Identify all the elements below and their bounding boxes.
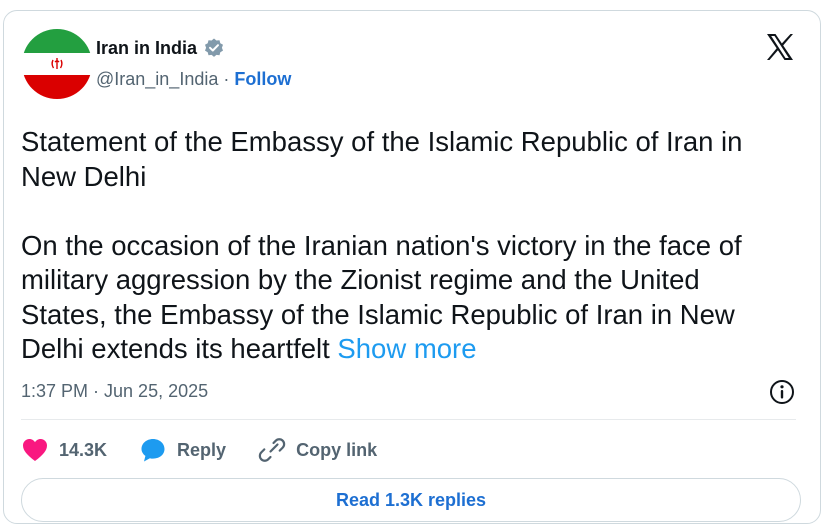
tweet-text: Statement of the Embassy of the Islamic … xyxy=(21,125,781,367)
verified-badge-icon xyxy=(203,37,225,59)
action-bar: 14.3K Reply Copy link xyxy=(21,433,409,467)
separator-dot: · xyxy=(223,69,230,89)
info-icon[interactable] xyxy=(768,378,796,406)
avatar[interactable] xyxy=(22,29,92,99)
display-name[interactable]: Iran in India xyxy=(96,38,197,59)
author-handle-row: @Iran_in_India · Follow xyxy=(96,69,291,90)
x-logo-icon[interactable] xyxy=(764,31,796,63)
read-replies-button[interactable]: Read 1.3K replies xyxy=(21,478,801,522)
copy-link-label: Copy link xyxy=(296,439,378,460)
tweet-paragraph-body: On the occasion of the Iranian nation's … xyxy=(21,229,781,367)
iran-flag-avatar xyxy=(22,29,92,99)
author-name-row: Iran in India xyxy=(96,37,225,59)
link-icon xyxy=(258,438,286,462)
reply-label: Reply xyxy=(177,439,227,460)
tweet-card: Iran in India @Iran_in_India · Follow St… xyxy=(3,10,821,524)
speech-bubble-icon xyxy=(141,439,165,462)
show-more-link[interactable]: Show more xyxy=(337,333,476,364)
author-handle[interactable]: @Iran_in_India xyxy=(96,69,218,90)
divider xyxy=(21,419,796,420)
tweet-timestamp[interactable]: 1:37 PM · Jun 25, 2025 xyxy=(21,381,208,402)
reply-button[interactable]: Reply xyxy=(139,436,226,464)
follow-button[interactable]: Follow xyxy=(234,69,291,90)
heart-icon xyxy=(23,439,47,461)
like-button[interactable]: 14.3K xyxy=(21,437,107,463)
copy-link-button[interactable]: Copy link xyxy=(258,436,377,464)
tweet-paragraph-title: Statement of the Embassy of the Islamic … xyxy=(21,126,743,192)
like-count: 14.3K xyxy=(59,439,108,460)
